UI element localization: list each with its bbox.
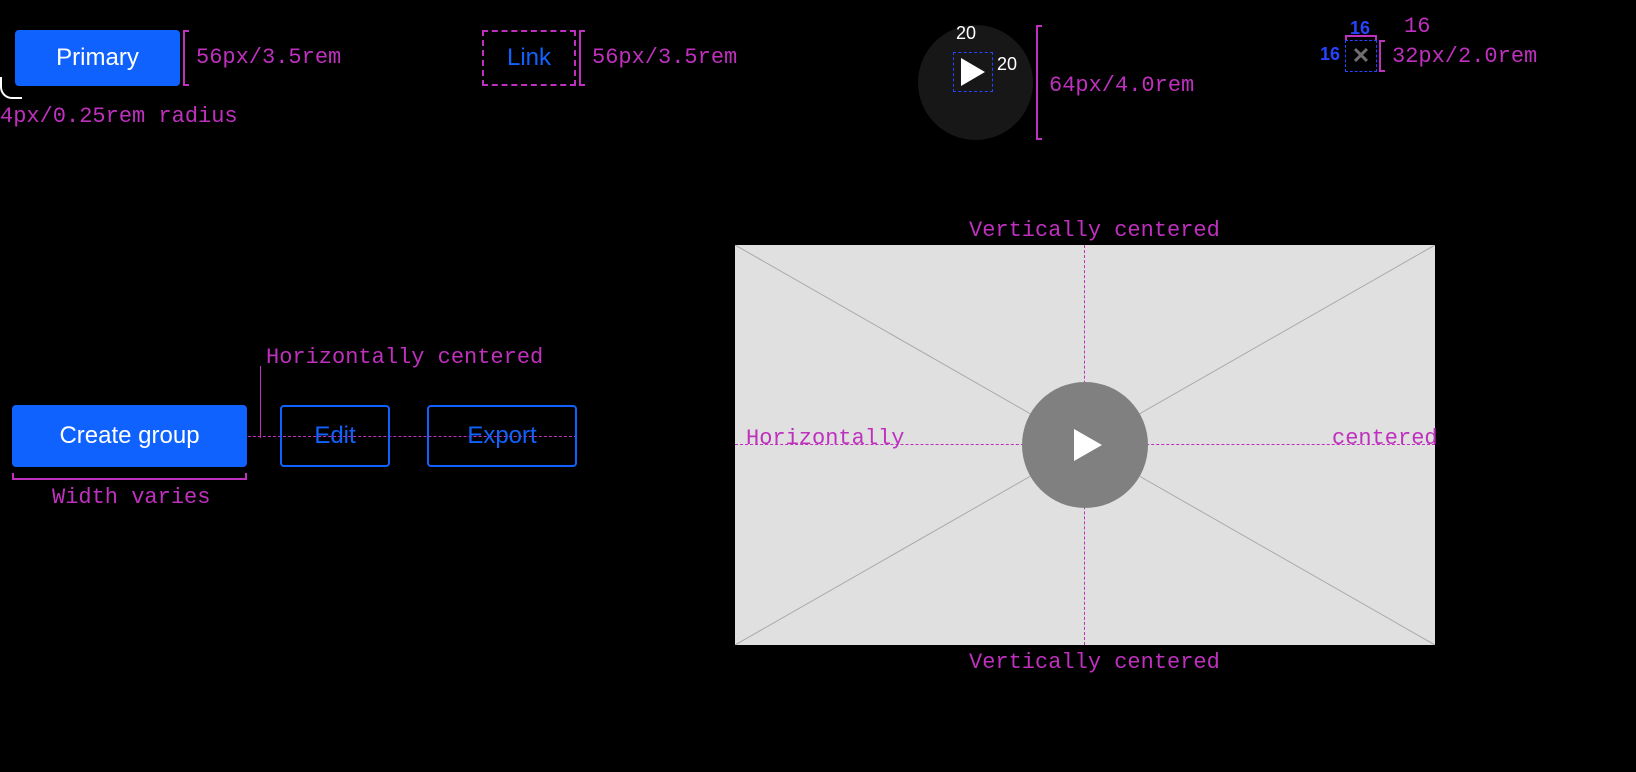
icon-height-dim: 20: [997, 54, 1017, 75]
dim-bracket: [12, 473, 247, 480]
close-icon: ✕: [1352, 43, 1370, 69]
icon-height-dim: 16: [1320, 44, 1340, 65]
dim-label: 56px/3.5rem: [592, 45, 737, 70]
create-group-button[interactable]: Create group: [12, 405, 247, 467]
button-label: Export: [467, 422, 536, 450]
hcenter-label: Horizontally centered: [266, 345, 543, 370]
dim-label: 64px/4.0rem: [1049, 73, 1194, 98]
dim-bracket: [579, 30, 585, 86]
dim-label: 16: [1404, 14, 1430, 39]
edit-button[interactable]: Edit: [280, 405, 390, 467]
radius-indicator: [0, 77, 22, 99]
button-label: Edit: [314, 422, 355, 450]
dim-bracket: [1345, 35, 1377, 40]
hcenter-label: centered: [1332, 426, 1438, 451]
vcenter-label: Vertically centered: [969, 218, 1220, 243]
primary-button[interactable]: Primary: [15, 30, 180, 86]
dim-bracket: [1379, 40, 1385, 72]
video-play-button[interactable]: [1022, 382, 1148, 508]
play-icon: [1074, 429, 1102, 461]
width-label: Width varies: [52, 485, 210, 510]
dim-label: 32px/2.0rem: [1392, 44, 1537, 69]
dim-bracket: [1036, 25, 1042, 140]
button-label: Create group: [59, 422, 199, 450]
close-button[interactable]: ✕: [1345, 40, 1377, 72]
export-button[interactable]: Export: [427, 405, 577, 467]
icon-width-dim: 20: [956, 23, 976, 44]
play-icon: [961, 58, 985, 86]
hcenter-label: Horizontally: [746, 426, 904, 451]
radius-label: 4px/0.25rem radius: [0, 104, 238, 129]
primary-button-label: Primary: [56, 44, 139, 72]
link-button-label: Link: [507, 44, 551, 72]
dim-label: 56px/3.5rem: [196, 45, 341, 70]
dim-bracket: [183, 30, 189, 86]
vcenter-label: Vertically centered: [969, 650, 1220, 675]
link-button[interactable]: Link: [482, 30, 576, 86]
leader-line: [260, 366, 261, 438]
